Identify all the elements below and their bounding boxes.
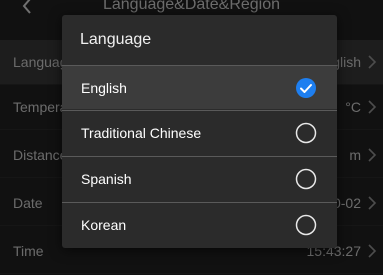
option-label: Korean [81, 217, 127, 233]
language-option-english[interactable]: English [62, 65, 337, 109]
option-label: English [81, 80, 127, 96]
chevron-right-icon [368, 196, 377, 210]
chevron-right-icon [368, 100, 377, 114]
language-option-korean[interactable]: Korean [62, 202, 337, 246]
radio-empty-icon[interactable] [295, 122, 317, 144]
chevron-right-icon [368, 244, 377, 258]
row-value: m [349, 147, 361, 163]
row-label: Date [13, 195, 43, 211]
page-title: Language&Date&Region [102, 0, 281, 13]
language-dialog: Language English Traditional Chinese Spa… [62, 15, 337, 248]
row-label: Time [13, 243, 44, 259]
language-option-traditional-chinese[interactable]: Traditional Chinese [62, 110, 337, 154]
chevron-right-icon [368, 55, 377, 69]
dialog-title: Language [80, 31, 152, 48]
check-circle-icon[interactable] [295, 77, 317, 99]
row-label: Distance [13, 147, 68, 163]
option-label: Traditional Chinese [81, 125, 202, 141]
chevron-right-icon [368, 148, 377, 162]
radio-empty-icon[interactable] [295, 168, 317, 190]
option-label: Spanish [81, 171, 132, 187]
language-option-spanish[interactable]: Spanish [62, 156, 337, 200]
radio-empty-icon[interactable] [295, 214, 317, 236]
row-value: °C [345, 99, 361, 115]
